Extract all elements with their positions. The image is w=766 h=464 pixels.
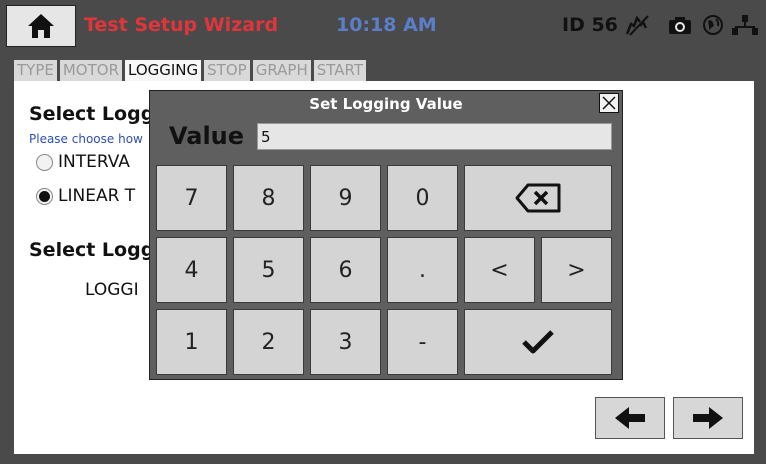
radio-option-linear[interactable]: LINEAR T xyxy=(36,186,135,206)
wireless-off-icon xyxy=(624,14,652,36)
tab-graph[interactable]: GRAPH xyxy=(252,60,311,81)
camera-icon[interactable] xyxy=(668,14,692,36)
checkmark-icon xyxy=(522,330,554,354)
clock: 10:18 AM xyxy=(336,14,437,36)
key-6[interactable]: 6 xyxy=(310,237,381,303)
tab-logging[interactable]: LOGGING xyxy=(125,60,202,81)
tab-start[interactable]: START xyxy=(313,60,367,81)
close-button[interactable] xyxy=(599,93,619,113)
hint-text: Please choose how xyxy=(29,132,143,146)
app-title: Test Setup Wizard xyxy=(84,14,279,36)
back-button[interactable] xyxy=(595,397,665,439)
backspace-key[interactable] xyxy=(464,165,612,231)
key-0[interactable]: 0 xyxy=(387,165,458,231)
tab-bar: TYPE MOTOR LOGGING STOP GRAPH START xyxy=(14,60,367,81)
enter-key[interactable] xyxy=(464,309,612,375)
device-id: ID 56 xyxy=(562,14,618,36)
key-9[interactable]: 9 xyxy=(310,165,381,231)
key-1[interactable]: 1 xyxy=(156,309,227,375)
section-title-logging-mode: Select Logg xyxy=(29,103,155,125)
key-2[interactable]: 2 xyxy=(233,309,304,375)
radio-option-interval[interactable]: INTERVA xyxy=(36,152,130,172)
key-decimal[interactable]: . xyxy=(387,237,458,303)
arrow-right-icon xyxy=(693,407,723,429)
globe-icon[interactable] xyxy=(702,14,724,36)
next-button[interactable] xyxy=(673,397,743,439)
tab-motor[interactable]: MOTOR xyxy=(59,60,122,81)
radio-button[interactable] xyxy=(36,153,53,171)
backspace-icon xyxy=(515,183,561,213)
key-5[interactable]: 5 xyxy=(233,237,304,303)
key-8[interactable]: 8 xyxy=(233,165,304,231)
network-icon[interactable] xyxy=(732,14,758,36)
key-cursor-right[interactable]: > xyxy=(541,237,612,303)
key-4[interactable]: 4 xyxy=(156,237,227,303)
dialog-title: Set Logging Value xyxy=(309,95,463,113)
header-bar: Test Setup Wizard 10:18 AM ID 56 xyxy=(0,0,766,55)
value-input[interactable] xyxy=(257,123,612,150)
radio-label: LINEAR T xyxy=(58,186,136,206)
home-button[interactable] xyxy=(6,5,76,47)
set-logging-value-dialog: Set Logging Value Value 7 8 9 0 4 5 6 . … xyxy=(149,90,623,380)
radio-button[interactable] xyxy=(36,187,53,205)
tab-type[interactable]: TYPE xyxy=(14,60,57,81)
value-label: Value xyxy=(169,122,245,150)
key-3[interactable]: 3 xyxy=(310,309,381,375)
home-icon xyxy=(28,14,54,38)
key-7[interactable]: 7 xyxy=(156,165,227,231)
radio-label: INTERVA xyxy=(58,152,130,172)
section-title-logging-value: Select Logg xyxy=(29,239,155,261)
key-cursor-left[interactable]: < xyxy=(464,237,535,303)
logging-label: LOGGI xyxy=(85,280,139,300)
key-minus[interactable]: - xyxy=(387,309,458,375)
close-icon xyxy=(602,96,616,110)
tab-stop[interactable]: STOP xyxy=(204,60,250,81)
arrow-left-icon xyxy=(615,407,645,429)
app-screen: Test Setup Wizard 10:18 AM ID 56 TYPE MO… xyxy=(0,0,766,464)
